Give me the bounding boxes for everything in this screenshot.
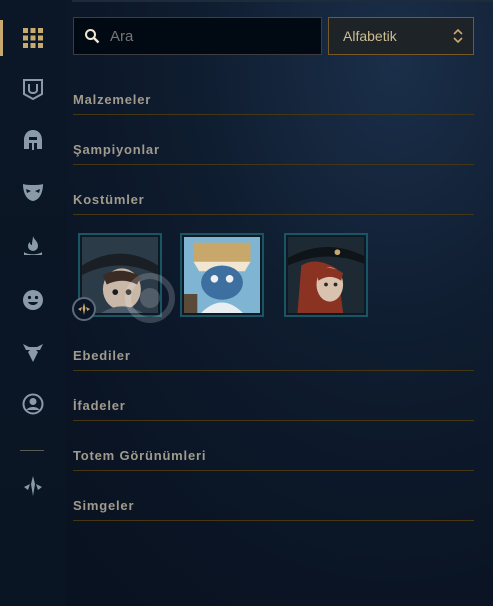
emote-icon: [23, 290, 43, 310]
section-divider: [73, 470, 474, 471]
crest-icon: [24, 476, 42, 496]
crest-icon: [78, 303, 90, 315]
sidebar-item-emotes[interactable]: [0, 280, 66, 320]
section-title-champions[interactable]: Şampiyonlar: [73, 142, 160, 157]
top-divider: [72, 0, 493, 2]
sidebar-item-skins[interactable]: [0, 172, 66, 212]
section-title-eternals[interactable]: Ebediler: [73, 348, 131, 363]
search-box[interactable]: [73, 17, 322, 55]
section-divider: [73, 164, 474, 165]
sidebar-item-crest[interactable]: [0, 466, 66, 506]
profile-icon: [22, 393, 44, 415]
sidebar-item-wards[interactable]: [0, 69, 66, 109]
ward-icon: [23, 79, 43, 100]
skin-badge: [72, 297, 96, 321]
search-input[interactable]: [108, 26, 312, 46]
sort-dropdown[interactable]: Alfabetik: [328, 17, 474, 55]
totem-icon: [23, 344, 43, 362]
section-divider: [73, 370, 474, 371]
sidebar-divider: [20, 450, 44, 451]
sort-selected-label: Alfabetik: [343, 28, 397, 44]
search-icon: [85, 29, 100, 44]
section-title-skins[interactable]: Kostümler: [73, 192, 145, 207]
sidebar-item-champions[interactable]: [0, 120, 66, 160]
section-divider: [73, 214, 474, 215]
section-divider: [73, 114, 474, 115]
section-divider: [73, 520, 474, 521]
sidebar-item-eternals[interactable]: [0, 226, 66, 266]
watermark-logo: [125, 273, 175, 323]
section-title-totem-skins[interactable]: Totem Görünümleri: [73, 448, 206, 463]
sidebar: [0, 0, 66, 606]
sidebar-item-totems[interactable]: [0, 332, 66, 372]
mask-icon: [23, 184, 43, 201]
section-divider: [73, 420, 474, 421]
grid-icon: [23, 28, 43, 48]
helmet-icon: [24, 130, 42, 150]
section-title-emotes[interactable]: İfadeler: [73, 398, 126, 413]
sidebar-item-all[interactable]: [0, 18, 66, 58]
section-title-icons[interactable]: Simgeler: [73, 498, 134, 513]
dropdown-arrows-icon: [453, 28, 463, 44]
sidebar-item-icons[interactable]: [0, 384, 66, 424]
flame-icon: [24, 236, 42, 255]
section-title-materials[interactable]: Malzemeler: [73, 92, 151, 107]
